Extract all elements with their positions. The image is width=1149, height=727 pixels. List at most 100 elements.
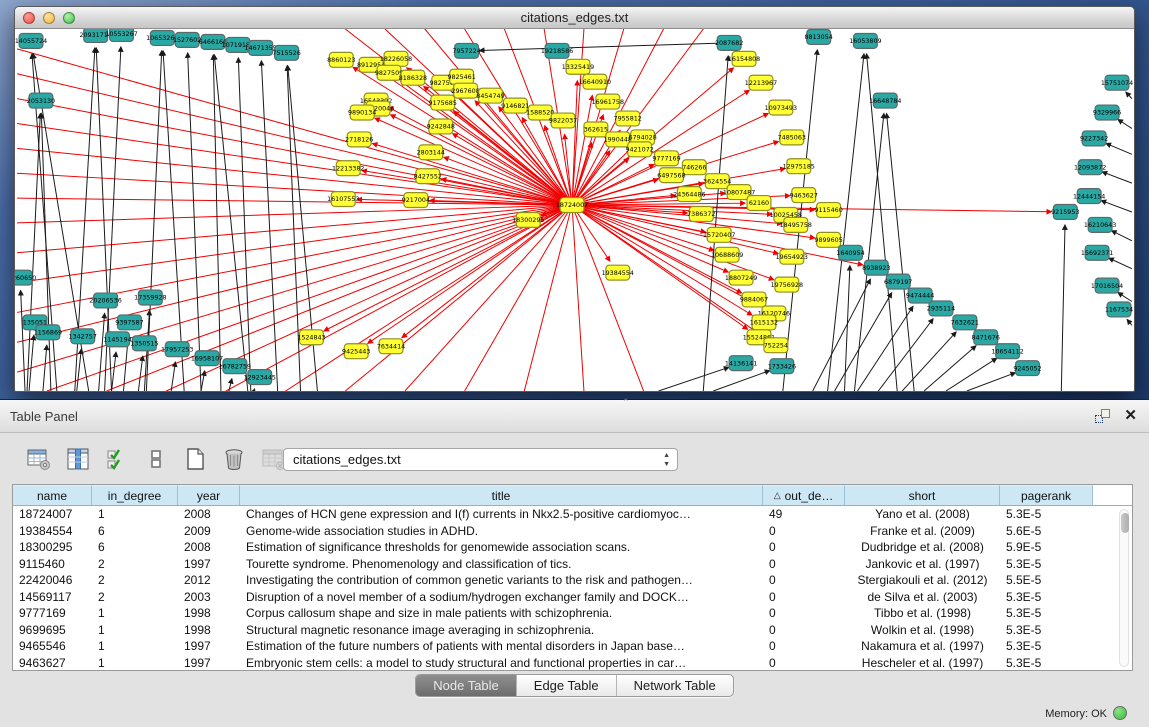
graph-node[interactable]: 2053130 [27, 93, 55, 108]
new-document-icon[interactable] [182, 446, 208, 472]
graph-node[interactable]: 2718126 [345, 132, 373, 147]
tab-node-table[interactable]: Node Table [416, 675, 517, 696]
graph-node[interactable]: 9115460 [814, 203, 842, 218]
table-cell[interactable]: Embryonic stem cells: a model to study s… [240, 655, 763, 672]
graph-node[interactable]: 752254 [764, 338, 788, 353]
graph-edge[interactable] [1112, 231, 1132, 241]
table-cell[interactable]: Franke et al. (2009) [845, 523, 1000, 540]
table-cell[interactable]: Changes of HCN gene expression and I(f) … [240, 506, 763, 523]
graph-node[interactable]: 9884067 [740, 292, 768, 307]
memory-status-indicator[interactable] [1113, 706, 1127, 720]
table-cell[interactable]: 0 [763, 638, 845, 655]
graph-edge[interactable] [902, 332, 956, 391]
graph-node[interactable]: 8454749 [476, 88, 504, 103]
table-cell[interactable]: 0 [763, 572, 845, 589]
graph-node[interactable]: 6497568 [657, 168, 685, 183]
graph-node[interactable]: 9245052 [1013, 361, 1041, 376]
graph-edge[interactable] [878, 319, 933, 391]
table-cell[interactable]: 5.6E-5 [1000, 523, 1093, 540]
graph-node[interactable]: 9227342 [1080, 131, 1108, 146]
graph-node[interactable]: 7957224 [452, 43, 480, 58]
graph-node[interactable]: 19654923 [776, 249, 808, 264]
graph-node[interactable]: 12975185 [783, 159, 815, 174]
graph-node[interactable]: 7386372 [687, 207, 715, 222]
table-cell[interactable]: 0 [763, 605, 845, 622]
graph-node[interactable]: 16648784 [869, 93, 901, 108]
graph-node[interactable]: 1615132 [750, 315, 778, 330]
graph-node[interactable]: 1350515 [130, 336, 158, 351]
scrollbar-thumb[interactable] [1121, 513, 1129, 533]
graph-edge[interactable] [226, 205, 572, 391]
graph-node[interactable]: 9242848 [427, 119, 455, 134]
table-cell[interactable]: 1 [92, 638, 178, 655]
graph-node[interactable]: 8471676 [972, 330, 1000, 345]
graph-edge[interactable] [261, 61, 277, 391]
graph-node[interactable]: 1733426 [768, 359, 796, 374]
graph-edge[interactable] [1102, 172, 1132, 183]
table-cell[interactable]: Nakamura et al. (1997) [845, 638, 1000, 655]
graph-node[interactable]: 16053809 [849, 33, 881, 48]
table-cell[interactable]: 2 [92, 556, 178, 573]
graph-edge[interactable] [480, 43, 730, 51]
table-cell[interactable]: 5.5E-5 [1000, 572, 1093, 589]
graph-node[interactable]: 9463627 [790, 188, 818, 203]
table-cell[interactable]: 2008 [178, 539, 240, 556]
table-cell[interactable]: Disruption of a novel member of a sodium… [240, 589, 763, 606]
graph-node[interactable]: 17957253 [161, 342, 193, 357]
graph-node[interactable]: 1640954 [836, 245, 864, 260]
table-cell[interactable]: de Silva et al. (2003) [845, 589, 1000, 606]
table-cell[interactable]: 2 [92, 589, 178, 606]
graph-node[interactable]: 9899605 [814, 232, 842, 247]
window-title-bar[interactable]: citations_edges.txt [15, 7, 1134, 29]
graph-node[interactable]: 12444154 [1073, 189, 1105, 204]
table-cell[interactable]: 6 [92, 539, 178, 556]
graph-node[interactable]: 13325419 [562, 59, 594, 74]
graph-node[interactable]: 15720407 [703, 227, 735, 242]
graph-node[interactable]: 9825461 [447, 69, 475, 84]
graph-node[interactable]: 20206536 [89, 293, 121, 308]
graph-edge[interactable] [27, 114, 40, 391]
table-cell[interactable]: 14569117 [13, 589, 92, 606]
table-cell[interactable]: 1 [92, 622, 178, 639]
network-view[interactable]: 1872400788601238912954182260589827509818… [15, 29, 1134, 391]
table-cell[interactable]: Jankovic et al. (1997) [845, 556, 1000, 573]
graph-node[interactable]: 1167534 [1105, 302, 1133, 317]
graph-node[interactable]: 7632621 [951, 315, 979, 330]
table-row[interactable]: 969969511998Structural magnetic resonanc… [13, 622, 1132, 639]
graph-edge[interactable] [1127, 319, 1132, 325]
splitter-handle[interactable]: ⌃ [622, 397, 630, 408]
graph-node[interactable]: 9890134 [348, 105, 376, 120]
table-row[interactable]: 946554611997Estimation of the future num… [13, 638, 1132, 655]
table-cell[interactable]: 1 [92, 506, 178, 523]
table-cell[interactable]: Genome-wide association studies in ADHD. [240, 523, 763, 540]
table-cell[interactable]: 5.3E-5 [1000, 655, 1093, 672]
graph-node[interactable]: 19384554 [602, 265, 634, 280]
graph-node[interactable]: 10654112 [991, 344, 1023, 359]
table-cell[interactable]: 49 [763, 506, 845, 523]
table-cell[interactable]: Estimation of significance thresholds fo… [240, 539, 763, 556]
graph-node[interactable]: 18300295 [512, 212, 544, 227]
table-row[interactable]: 1938455462009Genome-wide association stu… [13, 523, 1132, 540]
graph-node[interactable]: 15692371 [1081, 245, 1113, 260]
graph-node[interactable]: 9329966 [1093, 105, 1121, 120]
table-cell[interactable]: 2003 [178, 589, 240, 606]
graph-edge[interactable] [967, 373, 1016, 391]
table-row[interactable]: 911546021997Tourette syndrome. Phenomeno… [13, 556, 1132, 573]
table-settings-icon[interactable] [26, 446, 52, 472]
close-panel-icon[interactable]: ✕ [1124, 409, 1137, 423]
table-cell[interactable]: 0 [763, 539, 845, 556]
graph-node[interactable]: 12213382 [332, 161, 364, 176]
table-cell[interactable]: 1998 [178, 622, 240, 639]
minimize-window-button[interactable] [43, 12, 55, 24]
graph-edge[interactable] [659, 367, 729, 391]
graph-edge[interactable] [238, 58, 250, 391]
table-cell[interactable]: Structural magnetic resonance image aver… [240, 622, 763, 639]
graph-node[interactable]: 2803144 [417, 145, 445, 160]
graph-edge[interactable] [1118, 120, 1132, 129]
graph-edge[interactable] [828, 54, 864, 391]
table-cell[interactable]: 0 [763, 589, 845, 606]
graph-edge[interactable] [1118, 293, 1132, 302]
graph-node[interactable]: 12923445 [244, 370, 276, 385]
table-cell[interactable]: 9465546 [13, 638, 92, 655]
table-cell[interactable]: 1998 [178, 605, 240, 622]
